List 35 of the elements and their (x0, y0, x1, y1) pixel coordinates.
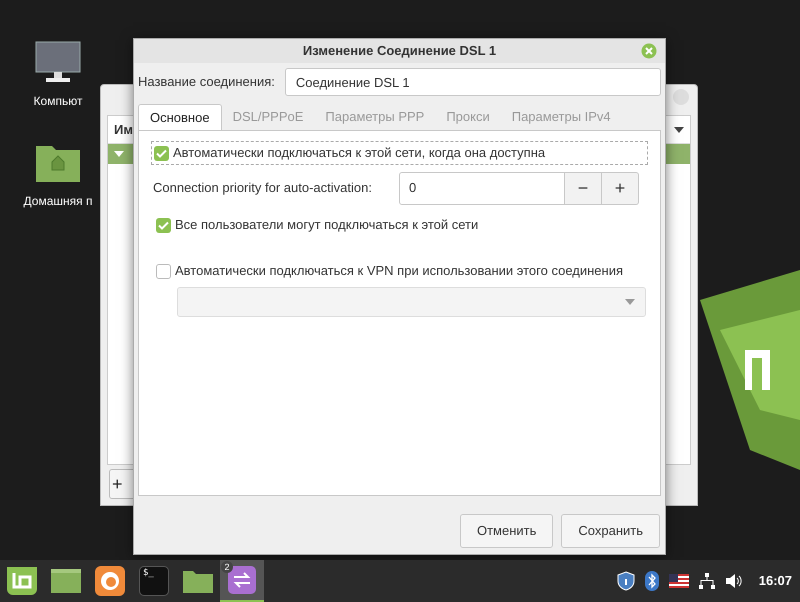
count-badge: 2 (221, 561, 233, 573)
icon-label: Домашняя п (24, 193, 92, 210)
dropdown-caret-icon[interactable] (674, 126, 684, 132)
dropdown-caret-icon (625, 299, 635, 305)
checkbox[interactable] (154, 146, 169, 160)
terminal-icon[interactable]: $_ (139, 566, 169, 596)
dialog-button[interactable]: Отменить (460, 514, 554, 548)
transfer-arrows-icon[interactable] (228, 566, 256, 594)
expander-icon[interactable] (114, 151, 124, 157)
field-label: Connection priority for auto-activation: (153, 179, 373, 198)
priority-field[interactable]: 0 (399, 172, 565, 204)
volume-icon[interactable] (724, 573, 743, 589)
folder-icon[interactable] (183, 569, 213, 593)
bluetooth-icon[interactable] (644, 571, 659, 591)
decrement-button[interactable]: − (565, 172, 602, 204)
fox-icon[interactable] (95, 566, 125, 596)
checkbox-label[interactable]: Все пользователи могут подключаться к этой сети (175, 215, 478, 235)
dialog-button[interactable]: Сохранить (561, 514, 660, 548)
shield-icon[interactable] (616, 571, 635, 591)
name-field[interactable]: Соединение DSL 1 (284, 68, 661, 96)
flag-icon[interactable] (668, 574, 689, 588)
wired-network-icon[interactable] (698, 573, 715, 589)
icon-label: Компьют (34, 93, 82, 110)
tab[interactable]: Основное (138, 104, 222, 130)
checkbox[interactable] (156, 264, 171, 278)
checkbox[interactable] (156, 218, 171, 232)
window-title: Изменение Соединение DSL 1 (302, 42, 496, 60)
field-label: Название соединения: (138, 73, 275, 92)
taskbar-item[interactable]: 2 (220, 560, 264, 602)
increment-button[interactable]: + (602, 172, 639, 204)
clock[interactable]: 16:07 (758, 571, 792, 591)
taskbar-item[interactable]: $_ (132, 560, 176, 602)
column-header[interactable]: Им (114, 120, 133, 140)
computer-icon[interactable] (34, 40, 82, 84)
checkbox-label[interactable]: Автоматически подключаться к VPN при использовании этого соединения (175, 261, 624, 281)
